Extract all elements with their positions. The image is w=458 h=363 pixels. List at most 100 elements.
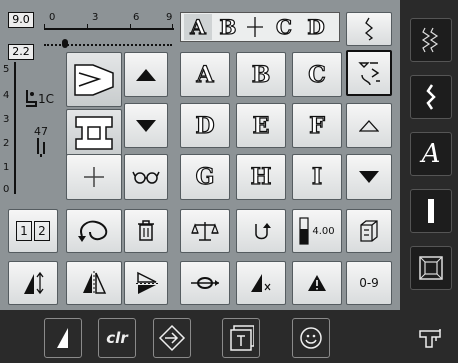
length-scale-0: 0	[3, 184, 10, 195]
triangle-up-outline-icon	[359, 119, 379, 132]
stitch-length-button[interactable]	[8, 261, 58, 305]
buttonhole-icon	[428, 199, 434, 223]
letter-c-button[interactable]: C	[292, 52, 342, 97]
needle-position-marker[interactable]	[62, 39, 68, 48]
sidebar-quilt-stitches[interactable]	[410, 246, 452, 290]
length-scale-1: 1	[3, 162, 10, 173]
width-tick	[87, 24, 88, 29]
letter-h: H	[250, 163, 272, 190]
mirror-vertical-preview-button[interactable]	[66, 109, 122, 156]
navigation-button[interactable]	[153, 318, 191, 358]
tab-alphabet-c[interactable]: C	[270, 14, 298, 40]
clear-button[interactable]: clr	[98, 318, 136, 358]
letter-scroll-down-button[interactable]	[346, 154, 392, 200]
letter-f-button[interactable]: F	[292, 103, 342, 148]
numbers-label: 0-9	[359, 276, 379, 290]
width-scale-3: 3	[92, 12, 99, 23]
triangle-down-icon	[359, 171, 379, 183]
sidebar-alphabets[interactable]: A	[410, 132, 452, 176]
width-tick	[172, 24, 173, 29]
width-scale-6: 6	[133, 12, 140, 23]
creative-consultant-button[interactable]	[292, 318, 330, 358]
letter-a-rotated-icon	[74, 63, 114, 96]
mirror-ud-icon	[136, 271, 158, 294]
mirror-horizontal-preview-button[interactable]	[66, 52, 122, 107]
letter-d: D	[195, 112, 215, 139]
pattern-begin-button[interactable]: 4.00	[292, 209, 342, 253]
diamond-arrow-icon	[158, 324, 186, 352]
smiley-icon	[300, 327, 322, 349]
sidebar-buttonholes[interactable]	[410, 189, 452, 233]
tab-alphabet-a[interactable]: A	[184, 14, 212, 40]
split-2-icon: 2	[34, 221, 50, 241]
length-ruler-line	[14, 62, 16, 194]
zigzag-stitch-icon	[364, 17, 374, 41]
tutorial-button[interactable]	[222, 318, 260, 358]
quilt-square-icon	[419, 256, 443, 280]
letter-g: G	[195, 163, 215, 190]
triangle-icon	[57, 328, 68, 348]
u-turn-arrow-icon	[255, 223, 271, 240]
undo-button[interactable]	[236, 209, 286, 253]
help-button[interactable]	[412, 318, 450, 358]
width-tick	[130, 24, 131, 29]
letter-a-button[interactable]: A	[180, 52, 230, 97]
stitch-pattern-end-button[interactable]	[44, 318, 82, 358]
stitch-type-button[interactable]	[346, 12, 392, 46]
letter-h-button[interactable]: H	[236, 154, 286, 200]
alert-button[interactable]	[292, 261, 342, 305]
pager-down-button[interactable]	[124, 103, 168, 148]
eye-loop-icon	[191, 277, 219, 289]
embroidery-motif-button[interactable]	[346, 50, 392, 96]
tab-separator	[246, 16, 264, 38]
mirror-lr-icon	[83, 271, 107, 295]
balance-button[interactable]	[180, 209, 230, 253]
letter-i: I	[311, 163, 323, 190]
alphabet-a-icon: A	[421, 139, 441, 169]
combination-split-button[interactable]: 1 2	[8, 209, 58, 253]
glasses-button[interactable]	[124, 154, 168, 200]
letter-g-button[interactable]: G	[180, 154, 230, 200]
memory-button[interactable]	[346, 209, 392, 253]
balance-value: 4.00	[312, 225, 335, 237]
letter-e: E	[252, 112, 270, 139]
letter-i-button[interactable]: I	[292, 154, 342, 200]
length-scale-5: 5	[3, 64, 10, 75]
mirror-left-right-button[interactable]	[66, 261, 122, 305]
letter-f: F	[309, 112, 326, 139]
level-bar-icon	[299, 217, 309, 245]
split-1-icon: 1	[16, 221, 32, 241]
letter-e-button[interactable]: E	[236, 103, 286, 148]
thread-tension-icon	[34, 136, 50, 158]
sidebar-decorative-stitches[interactable]	[410, 75, 452, 119]
pattern-repeat-button[interactable]	[236, 261, 286, 305]
center-position-button[interactable]	[66, 154, 122, 200]
letter-b-button[interactable]: B	[236, 52, 286, 97]
width-tick	[44, 24, 45, 29]
motif-icon	[358, 62, 380, 86]
loop-arrow-icon	[78, 220, 108, 242]
trash-icon	[138, 220, 154, 241]
warning-icon	[308, 275, 326, 291]
pager-up-button[interactable]	[124, 52, 168, 97]
tapering-button[interactable]	[180, 261, 230, 305]
letter-scroll-up-button[interactable]	[346, 103, 392, 148]
letter-b-rotated-icon	[75, 115, 113, 150]
letter-d-button[interactable]: D	[180, 103, 230, 148]
numbers-button[interactable]: 0-9	[346, 261, 392, 305]
stitch-width-box: 9.0	[8, 12, 34, 28]
file-cabinet-icon	[360, 220, 378, 242]
pattern-length-icon	[24, 271, 44, 295]
width-scale-9: 9	[166, 12, 173, 23]
glasses-icon	[132, 171, 160, 184]
tab-alphabet-b[interactable]: B	[214, 14, 242, 40]
balance-scale-icon	[191, 222, 219, 241]
tab-alphabet-d[interactable]: D	[302, 14, 330, 40]
width-scale-0: 0	[49, 12, 56, 23]
crosshair-icon	[84, 167, 104, 187]
sidebar-practical-stitches[interactable]	[410, 18, 452, 62]
delete-button[interactable]	[124, 209, 168, 253]
presser-foot-label: 1C	[38, 92, 55, 106]
mirror-up-down-button[interactable]	[124, 261, 168, 305]
loop-button[interactable]	[66, 209, 122, 253]
